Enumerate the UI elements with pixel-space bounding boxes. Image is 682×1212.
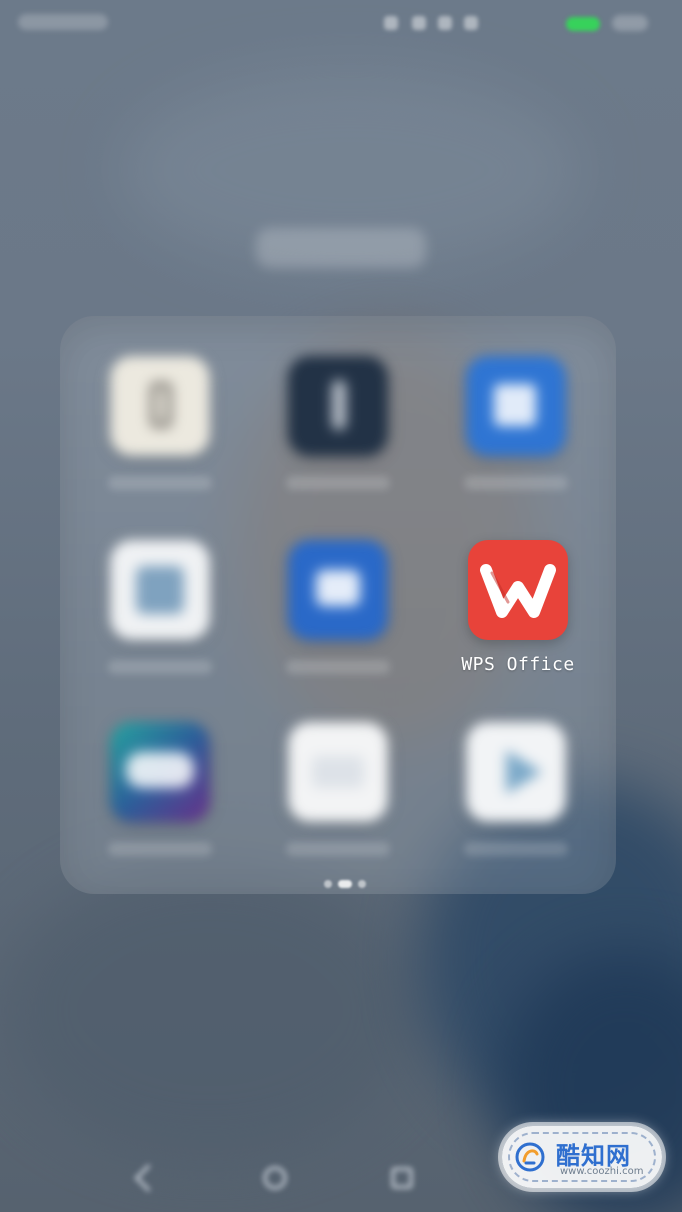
app-label (108, 842, 212, 856)
app-icon-phone-utility (110, 356, 210, 456)
wps-office-label: WPS Office (461, 654, 575, 675)
page-dot (358, 880, 366, 888)
network-icon (464, 16, 478, 30)
app-label (464, 476, 568, 490)
folder-app[interactable] (100, 540, 220, 690)
app-icon-dark (288, 356, 388, 456)
folder-app[interactable] (278, 722, 398, 872)
folder-app[interactable] (456, 356, 576, 506)
app-icon-white-blue (110, 540, 210, 640)
coozhi-logo-icon (515, 1142, 545, 1172)
app-icon-play (466, 722, 566, 822)
app-label (286, 842, 390, 856)
signal-icon (384, 16, 398, 30)
page-dot-active (338, 880, 352, 888)
watermark-url: www.coozhi.com (560, 1166, 644, 1177)
app-icon-blue-2 (288, 540, 388, 640)
status-icons (384, 10, 664, 36)
wifi-icon (438, 16, 452, 30)
folder-app[interactable] (456, 722, 576, 872)
app-icon-game (110, 722, 210, 822)
folder-app[interactable] (100, 722, 220, 872)
app-label (286, 476, 390, 490)
status-carrier-text (18, 14, 108, 30)
app-label (286, 660, 390, 674)
page-dot (324, 880, 332, 888)
folder-panel: WPS Office (60, 316, 616, 894)
status-bar (0, 0, 682, 48)
recent-apps-button[interactable] (382, 1158, 422, 1198)
wallpaper-bluegray-area (0, 860, 420, 1160)
watermark-badge: 酷知网 www.coozhi.com (502, 1126, 662, 1188)
app-label (108, 660, 212, 674)
wps-logo-icon (480, 564, 556, 618)
back-button[interactable] (128, 1158, 168, 1198)
notification-icon (412, 16, 426, 30)
home-button[interactable] (255, 1158, 295, 1198)
page-indicator (316, 878, 376, 890)
folder-title[interactable] (256, 228, 426, 268)
app-icon-blue (466, 356, 566, 456)
folder-app[interactable] (278, 540, 398, 690)
app-label (464, 842, 568, 856)
folder-app[interactable] (278, 356, 398, 506)
app-icon-white-doc (288, 722, 388, 822)
battery-icon (566, 17, 600, 31)
wps-office-app[interactable]: WPS Office (458, 540, 578, 690)
battery-percent (612, 15, 648, 31)
wps-office-icon (468, 540, 568, 640)
folder-app[interactable] (100, 356, 220, 506)
app-label (108, 476, 212, 490)
